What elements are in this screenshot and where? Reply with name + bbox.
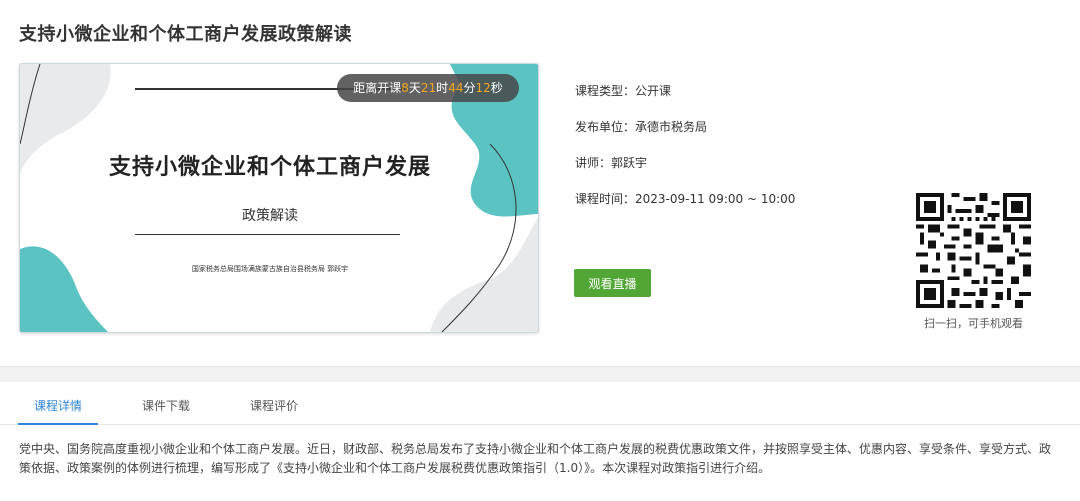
countdown-prefix: 距离开课 bbox=[353, 81, 402, 95]
qr-caption: 扫一扫，可手机观看 bbox=[924, 317, 1023, 330]
countdown-seconds-unit: 秒 bbox=[490, 81, 503, 95]
tab-course-download[interactable]: 课件下载 bbox=[126, 382, 206, 425]
countdown-hours-unit: 时 bbox=[436, 81, 449, 95]
course-publisher: 发布单位：承德市税务局 bbox=[575, 120, 708, 134]
course-description: 党中央、国务院高度重视小微企业和个体工商户发展。近日，财政部、税务总局发布了支持… bbox=[19, 442, 1052, 475]
countdown-badge: 距离开课8天21时44分12秒 bbox=[337, 74, 519, 102]
course-cover-image[interactable]: 距离开课8天21时44分12秒 支持小微企业和个体工商户发展 政策解读 国家税务… bbox=[19, 63, 539, 333]
watch-live-button[interactable]: 观看直播 bbox=[574, 269, 651, 297]
course-detail-card: 课程详情 课件下载 课程评价 党中央、国务院高度重视小微企业和个体工商户发展。近… bbox=[0, 382, 1080, 501]
cover-decoration bbox=[20, 64, 538, 332]
course-type: 课程类型：公开课 bbox=[575, 84, 672, 98]
cover-author: 国家税务总局围场满族蒙古族自治县税务局 郭跃宇 bbox=[191, 265, 349, 273]
cover-subtitle: 政策解读 bbox=[242, 208, 298, 224]
page-title: 支持小微企业和个体工商户发展政策解读 bbox=[19, 24, 352, 45]
tab-bar: 课程详情 课件下载 课程评价 bbox=[0, 382, 1080, 425]
countdown-days-unit: 天 bbox=[408, 81, 421, 95]
course-time: 课程时间：2023-09-11 09:00 ~ 10:00 bbox=[575, 192, 796, 206]
countdown-minutes: 44 bbox=[448, 81, 464, 95]
tab-course-detail[interactable]: 课程详情 bbox=[18, 382, 98, 425]
countdown-minutes-unit: 分 bbox=[463, 81, 476, 95]
cover-title: 支持小微企业和个体工商户发展 bbox=[108, 155, 431, 180]
qr-code-icon bbox=[916, 193, 1031, 308]
tab-course-review[interactable]: 课程评价 bbox=[234, 382, 314, 425]
cover-bottom-rule bbox=[135, 234, 400, 235]
course-header-card: 支持小微企业和个体工商户发展政策解读 距离开课8天21时44分12秒 支持小微企… bbox=[0, 0, 1080, 367]
countdown-hours: 21 bbox=[420, 81, 437, 95]
course-teacher: 讲师：郭跃宇 bbox=[575, 156, 648, 170]
countdown-days: 8 bbox=[401, 81, 409, 95]
countdown-seconds: 12 bbox=[475, 81, 491, 95]
